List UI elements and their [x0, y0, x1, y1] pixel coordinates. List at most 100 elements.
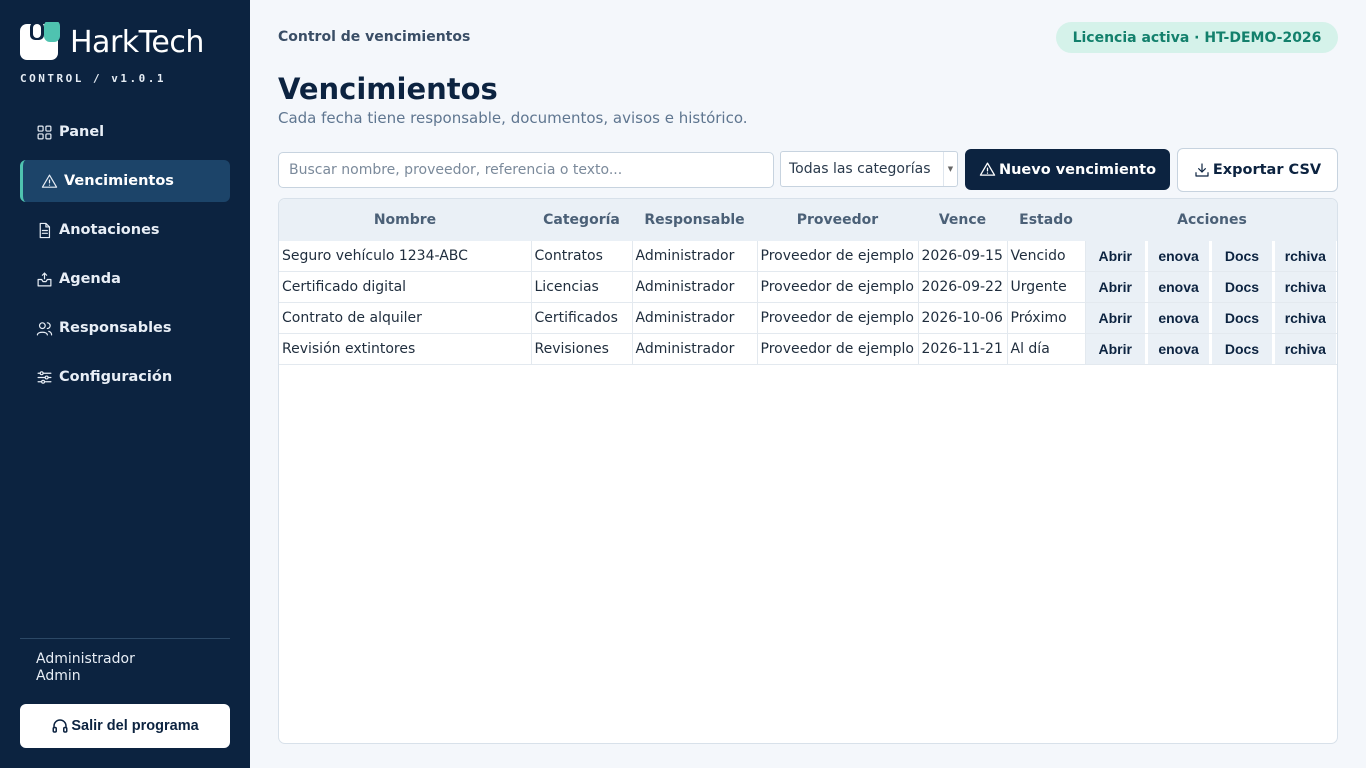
- new-vencimiento-label: Nuevo vencimiento: [998, 161, 1157, 178]
- sidebar-nav: Panel Vencimientos Anotaciones Agenda Re…: [20, 111, 230, 405]
- action-label: Abrir: [1098, 279, 1132, 295]
- open-button[interactable]: Abrir: [1085, 334, 1145, 364]
- sidebar-item-vencimientos[interactable]: Vencimientos: [20, 160, 230, 202]
- table-cell: Proveedor de ejemplo: [757, 271, 919, 303]
- renew-button[interactable]: enova: [1147, 303, 1210, 333]
- table-cell: Proveedor de ejemplo: [757, 333, 919, 365]
- brand-subtitle: CONTROL / v1.0.1: [20, 72, 166, 85]
- page-subtitle: Cada fecha tiene responsable, documentos…: [278, 109, 748, 127]
- renew-button[interactable]: enova: [1147, 334, 1210, 364]
- user-name: Administrador: [36, 651, 135, 667]
- docs-button[interactable]: Docs: [1212, 272, 1272, 302]
- table-cell: 2026-11-21: [918, 333, 1008, 365]
- exit-button-label: Salir del programa: [71, 718, 199, 734]
- sidebar-item-label: Panel: [59, 124, 105, 140]
- table-row[interactable]: Seguro vehículo 1234-ABC Contratos Adminis…: [279, 241, 1337, 272]
- sidebar-item-agenda[interactable]: Agenda: [20, 258, 230, 300]
- table-cell: Revisión extintores: [279, 333, 532, 365]
- table-cell: Vencido: [1007, 241, 1086, 272]
- license-badge: Licencia activa · HT-DEMO-2026: [1056, 22, 1338, 53]
- action-label: enova: [1158, 310, 1199, 326]
- search-input[interactable]: [278, 152, 774, 188]
- action-label: rchiva: [1284, 279, 1326, 295]
- new-vencimiento-button[interactable]: Nuevo vencimiento: [965, 149, 1170, 190]
- archive-button[interactable]: rchiva: [1274, 241, 1336, 271]
- logo: HarkTech: [20, 20, 204, 62]
- table-row[interactable]: Contrato de alquiler Certificados Administ…: [279, 302, 1337, 334]
- table-cell: Administrador: [632, 333, 758, 365]
- action-label: rchiva: [1284, 248, 1326, 264]
- brand-logo-icon: [20, 20, 60, 62]
- category-select-value: Todas las categorías: [789, 161, 931, 177]
- action-label: Docs: [1224, 279, 1260, 295]
- archive-button[interactable]: rchiva: [1274, 303, 1336, 333]
- open-button[interactable]: Abrir: [1085, 272, 1145, 302]
- chevron-down-icon: ▼: [943, 152, 957, 186]
- sidebar-item-anotaciones[interactable]: Anotaciones: [20, 209, 230, 251]
- sidebar: HarkTech CONTROL / v1.0.1 Panel Vencimie…: [0, 0, 250, 768]
- column-header[interactable]: Vence: [918, 199, 1007, 241]
- table-row[interactable]: Certificado digital Licencias Administrado…: [279, 271, 1337, 303]
- exit-button[interactable]: Salir del programa: [20, 704, 230, 748]
- action-label: rchiva: [1284, 341, 1326, 357]
- table-cell: Revisiones: [531, 333, 633, 365]
- user-info: Administrador Admin: [36, 651, 135, 685]
- action-label: Docs: [1224, 310, 1260, 326]
- grid-icon: [35, 123, 53, 141]
- open-button[interactable]: Abrir: [1085, 241, 1145, 271]
- archive-button[interactable]: rchiva: [1274, 334, 1336, 364]
- headset-icon: [52, 719, 68, 733]
- docs-button[interactable]: Docs: [1212, 303, 1272, 333]
- user-role: Admin: [36, 668, 81, 684]
- table-row[interactable]: Revisión extintores Revisiones Administrad…: [279, 333, 1337, 365]
- table-cell: Proveedor de ejemplo: [757, 302, 919, 334]
- sidebar-item-responsables[interactable]: Responsables: [20, 307, 230, 349]
- sidebar-item-panel[interactable]: Panel: [20, 111, 230, 153]
- export-csv-button[interactable]: Exportar CSV: [1177, 148, 1338, 192]
- action-label: Abrir: [1098, 248, 1132, 264]
- vencimientos-table-card: Nombre Categoría Responsable Proveedor V…: [278, 198, 1338, 744]
- brand-name: HarkTech: [70, 24, 204, 60]
- warning-icon: [979, 162, 996, 176]
- open-button[interactable]: Abrir: [1085, 303, 1145, 333]
- row-actions: Abrir enova Docs rchiva: [1085, 241, 1337, 272]
- table-cell: Certificados: [531, 302, 633, 334]
- table-cell: Contrato de alquiler: [279, 302, 532, 334]
- row-actions: Abrir enova Docs rchiva: [1085, 271, 1337, 303]
- table-cell: 2026-09-15: [918, 241, 1008, 272]
- action-label: Docs: [1224, 248, 1260, 264]
- renew-button[interactable]: enova: [1147, 272, 1210, 302]
- row-actions: Abrir enova Docs rchiva: [1085, 333, 1337, 365]
- action-label: enova: [1158, 248, 1199, 264]
- table-cell: Administrador: [632, 241, 758, 272]
- category-select[interactable]: Todas las categorías ▼: [780, 151, 958, 187]
- sidebar-item-configuracion[interactable]: Configuración: [20, 356, 230, 398]
- column-header[interactable]: Estado: [1007, 199, 1085, 241]
- table-cell: Contratos: [531, 241, 633, 272]
- action-label: Docs: [1224, 341, 1260, 357]
- table-cell: Certificado digital: [279, 271, 532, 303]
- column-header[interactable]: Nombre: [279, 199, 531, 241]
- inbox-upload-icon: [35, 270, 53, 288]
- docs-button[interactable]: Docs: [1212, 334, 1272, 364]
- table-cell: Urgente: [1007, 271, 1086, 303]
- table-cell: Al día: [1007, 333, 1086, 365]
- users-icon: [35, 319, 53, 337]
- action-label: enova: [1158, 279, 1199, 295]
- table-cell: Administrador: [632, 302, 758, 334]
- column-header[interactable]: Categoría: [531, 199, 632, 241]
- table-cell: Administrador: [632, 271, 758, 303]
- download-icon: [1195, 163, 1209, 177]
- table-cell: Proveedor de ejemplo: [757, 241, 919, 272]
- sidebar-item-label: Anotaciones: [59, 222, 160, 238]
- docs-button[interactable]: Docs: [1212, 241, 1272, 271]
- column-header[interactable]: Proveedor: [757, 199, 918, 241]
- breadcrumb: Control de vencimientos: [278, 29, 471, 45]
- column-header[interactable]: Responsable: [632, 199, 757, 241]
- table-cell: Licencias: [531, 271, 633, 303]
- row-actions: Abrir enova Docs rchiva: [1085, 302, 1337, 334]
- action-label: Abrir: [1098, 310, 1132, 326]
- renew-button[interactable]: enova: [1147, 241, 1210, 271]
- archive-button[interactable]: rchiva: [1274, 272, 1336, 302]
- sidebar-item-label: Agenda: [59, 271, 121, 287]
